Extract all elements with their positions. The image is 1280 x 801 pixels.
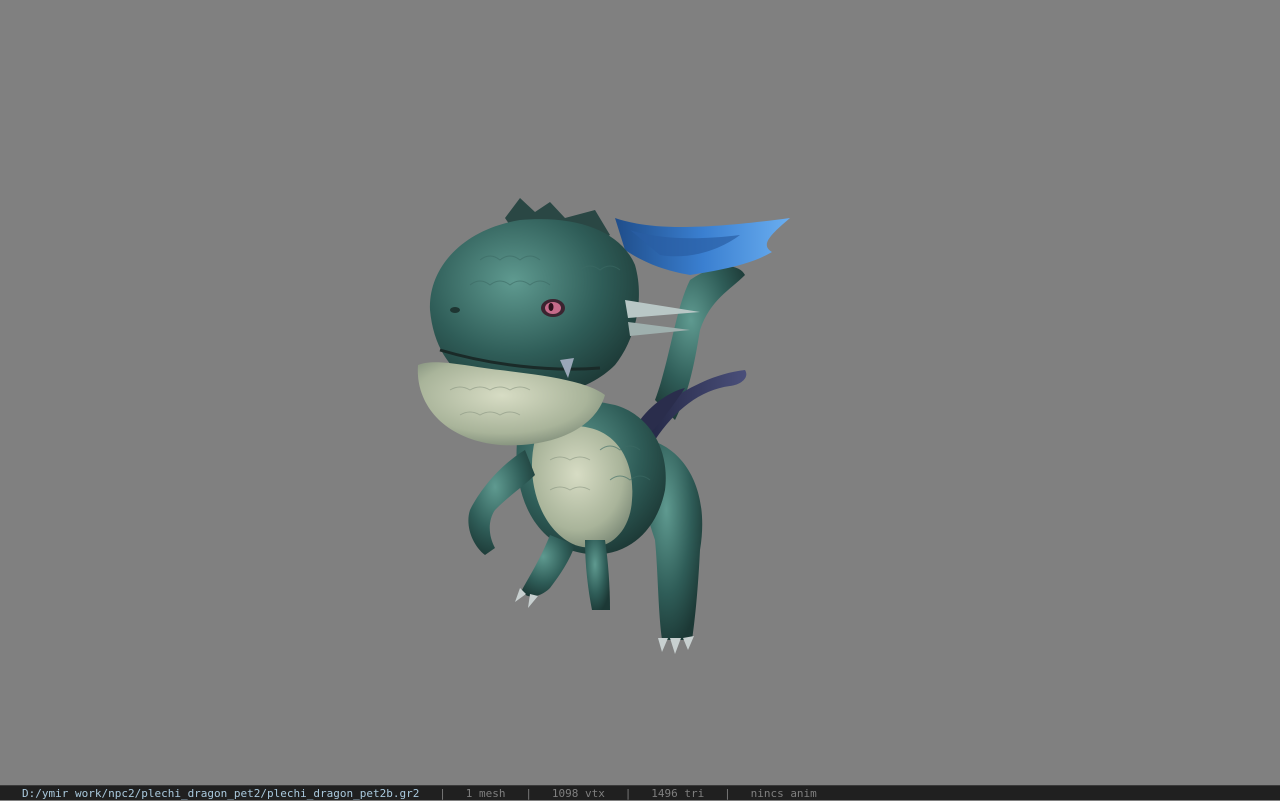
- separator: |: [439, 787, 446, 800]
- separator: |: [525, 787, 532, 800]
- animation-status: nincs anim: [751, 787, 817, 800]
- separator: |: [625, 787, 632, 800]
- mesh-count: 1 mesh: [466, 787, 506, 800]
- status-bar: D:/ymir work/npc2/plechi_dragon_pet2/ple…: [0, 785, 1280, 800]
- vertex-count: 1098 vtx: [552, 787, 605, 800]
- 3d-viewport[interactable]: [0, 0, 1280, 785]
- triangle-count: 1496 tri: [651, 787, 704, 800]
- separator: |: [724, 787, 731, 800]
- dragon-model[interactable]: [400, 190, 800, 660]
- file-path: D:/ymir work/npc2/plechi_dragon_pet2/ple…: [22, 787, 419, 800]
